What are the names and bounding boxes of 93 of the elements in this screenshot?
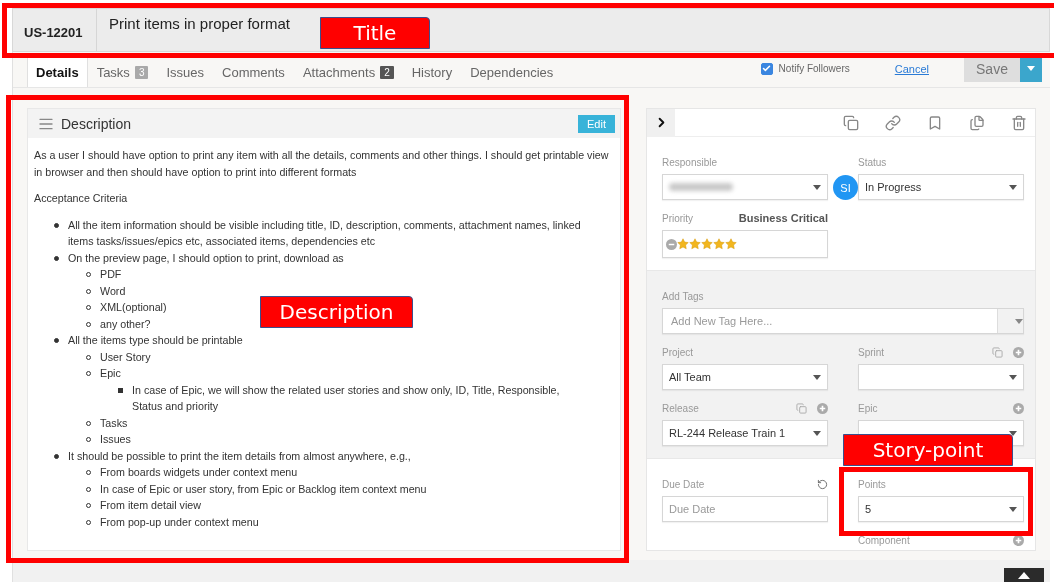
checkbox-label: Notify Followers <box>778 63 850 74</box>
list-item-text: All the items type should be printable <box>68 333 243 348</box>
field-label: Status <box>858 156 887 168</box>
bullet-icon <box>54 222 59 228</box>
callout-tooltip: Title <box>320 17 430 49</box>
select-field[interactable] <box>662 174 828 200</box>
callout-tooltip: Story-point <box>843 434 1013 466</box>
bullet-icon <box>118 387 123 393</box>
field-label: Priority <box>662 212 694 224</box>
caret-icon <box>1009 506 1017 512</box>
link-icon[interactable] <box>885 114 901 131</box>
add-icon[interactable] <box>1013 402 1024 414</box>
caret-icon <box>813 374 821 380</box>
count-badge: 2 <box>380 66 394 79</box>
list-item-text: In case of Epic or user story, from Epic or Backlog item context menu <box>100 481 427 497</box>
list-item-text: Word <box>100 283 126 299</box>
item-id: US-12201 <box>13 9 97 51</box>
tab[interactable]: Attachments 2 <box>293 57 403 87</box>
select-field[interactable]: 5 <box>858 496 1024 522</box>
tab[interactable]: Issues <box>157 57 213 87</box>
cancel-link[interactable]: Cancel <box>894 62 929 75</box>
field-label: Responsible <box>662 156 718 168</box>
caret-icon <box>1027 66 1035 71</box>
select-field[interactable]: In Progress <box>858 174 1024 200</box>
caret-icon <box>1009 430 1017 436</box>
list-item-text: Tasks <box>100 415 128 431</box>
caret-icon <box>813 430 821 436</box>
clear-icon[interactable] <box>666 238 677 250</box>
caret-icon <box>1015 318 1023 324</box>
field-label: Component <box>858 534 910 546</box>
caret-icon <box>1009 374 1017 380</box>
duplicate-icon[interactable] <box>969 114 985 131</box>
tag-field[interactable]: Add New Tag Here... <box>662 308 1024 334</box>
star-icon <box>725 238 737 250</box>
list-item-text: On the preview page, I should option to print, download as <box>68 250 344 266</box>
select-field[interactable]: RL-244 Release Train 1 <box>662 420 828 446</box>
list-item-text: PDF <box>100 267 122 282</box>
count-badge: 3 <box>134 66 149 79</box>
collapse-button[interactable] <box>647 109 675 137</box>
panel-heading: Description <box>61 115 132 132</box>
scroll-up-button[interactable] <box>1004 568 1044 582</box>
tab[interactable]: Dependencies <box>461 57 563 87</box>
select-field[interactable]: All Team <box>662 364 828 390</box>
bullet-icon <box>54 453 59 459</box>
tab[interactable]: Comments <box>213 57 294 87</box>
caret-icon <box>1009 184 1017 190</box>
list-item-text: User Story <box>100 349 151 365</box>
list-item-text: All the item information should be visible including title, ID, description, comments, attachment names, linked items tasks/issues/epics etc, associated items, dependencies etc <box>68 217 582 249</box>
star-icon <box>689 238 701 250</box>
field-label: Sprint <box>858 346 885 358</box>
notify-checkbox[interactable] <box>760 62 773 75</box>
tab[interactable]: Details <box>27 57 88 87</box>
avatar: SI <box>833 175 858 200</box>
description-paragraph: As a user I should have option to print any item with all the details, comments and other things. I should get printable view in browser and then should have option to print into different formats <box>34 148 610 180</box>
field-label: Points <box>858 478 886 490</box>
star-icon <box>677 238 689 250</box>
list-item-text: From boards widgets under context menu <box>100 465 298 480</box>
field-label: Epic <box>858 402 878 414</box>
star-icon <box>713 238 725 250</box>
list-item-text: In case of Epic, we will show the related user stories and show only, ID, Title, Responsible, Status and priority <box>132 382 561 414</box>
date-field[interactable]: Due Date <box>662 496 828 522</box>
add-icon[interactable] <box>1013 346 1024 358</box>
bullet-icon <box>54 255 59 261</box>
tab[interactable]: History <box>402 57 462 87</box>
field-label: Add Tags <box>662 290 704 302</box>
delete-icon[interactable] <box>1011 114 1027 131</box>
bullet-icon <box>54 338 59 343</box>
copy-icon[interactable] <box>843 114 859 131</box>
caret-icon <box>813 184 821 190</box>
list-item-text: Issues <box>100 432 131 447</box>
list-item-text: From pop-up under context menu <box>100 514 259 530</box>
select-field[interactable] <box>858 364 1024 390</box>
field-label: Release <box>662 402 699 414</box>
list-item-text: any other? <box>100 316 151 332</box>
list-item-text: It should be possible to print the item details from almost anywhere, e.g., <box>68 448 411 464</box>
bookmark-icon[interactable] <box>927 114 943 131</box>
up-arrow-icon <box>1018 571 1030 579</box>
priority-stars[interactable] <box>666 238 737 250</box>
add-icon[interactable] <box>817 402 828 414</box>
field-label: Due Date <box>662 478 705 490</box>
list-item-text: Epic <box>100 366 121 381</box>
description-paragraph: Acceptance Criteria <box>34 191 129 206</box>
item-title: Print items in proper format <box>108 14 290 34</box>
list-item-text: XML(optional) <box>100 300 167 315</box>
list-item-text: From item detail view <box>100 498 201 513</box>
callout-tooltip: Description <box>260 296 413 328</box>
field-label: Project <box>662 346 694 358</box>
priority-value: Business Critical <box>738 212 828 224</box>
star-icon <box>701 238 713 250</box>
reset-icon[interactable] <box>817 478 828 490</box>
priority-field[interactable] <box>662 230 828 258</box>
tab[interactable]: Tasks 3 <box>87 57 158 87</box>
add-icon[interactable] <box>1013 534 1024 546</box>
